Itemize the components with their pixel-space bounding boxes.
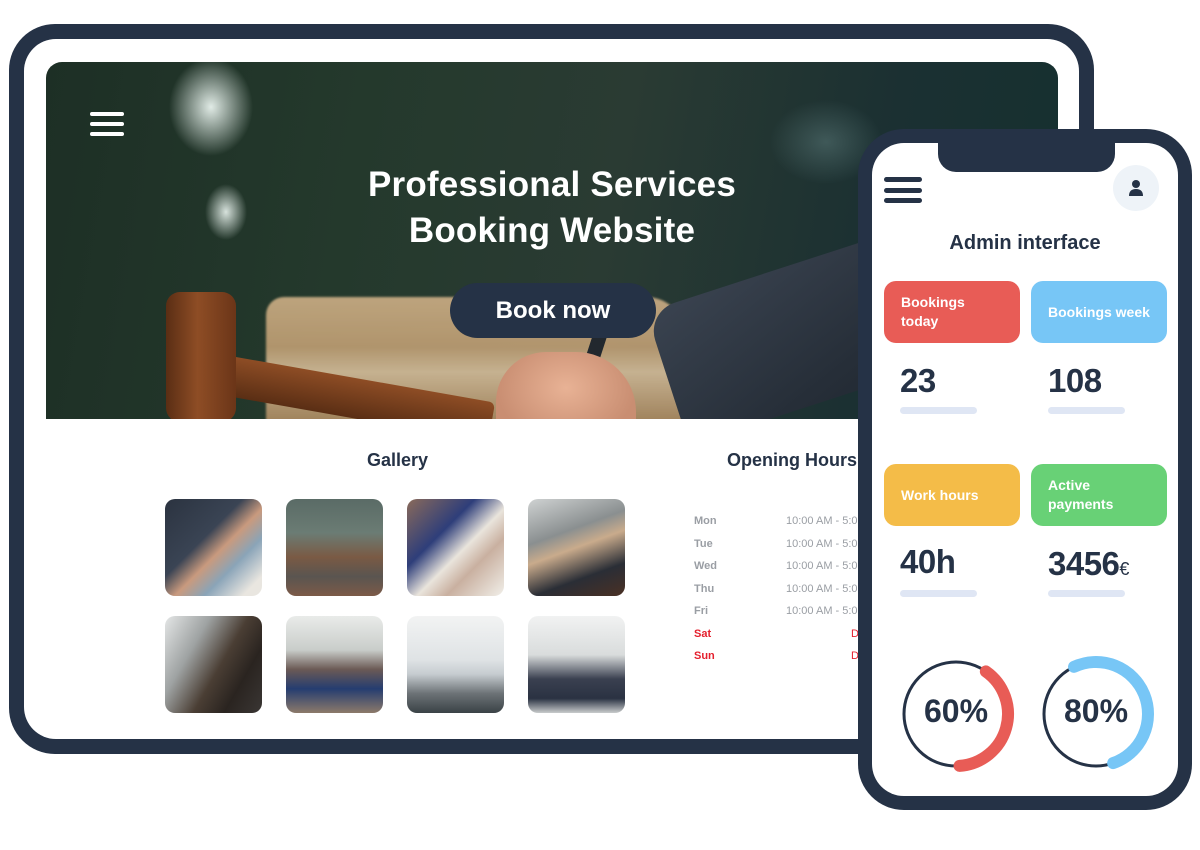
user-icon xyxy=(1129,180,1143,196)
book-now-button[interactable]: Book now xyxy=(450,283,656,338)
stat-bar xyxy=(900,407,977,414)
stat-label: Bookings today xyxy=(901,294,965,329)
stat-label: Active payments xyxy=(1048,477,1114,512)
hamburger-line xyxy=(90,112,124,116)
hours-day: Tue xyxy=(694,537,713,550)
user-profile-button[interactable] xyxy=(1113,165,1159,211)
stat-number: 23 xyxy=(900,362,936,399)
hamburger-line xyxy=(884,198,922,203)
stat-number: 108 xyxy=(1048,362,1102,399)
stat-value-bookings-week: 108 xyxy=(1048,362,1102,400)
gallery-image-lounge[interactable] xyxy=(165,616,262,713)
stat-card-bookings-week[interactable]: Bookings week xyxy=(1031,281,1167,343)
stat-value-active-payments: 3456€ xyxy=(1048,545,1129,583)
hamburger-line xyxy=(884,187,922,193)
hero-gavel-image xyxy=(166,292,236,419)
progress-ring-60: 60% xyxy=(895,653,1017,775)
gallery-image-parliament[interactable] xyxy=(286,499,383,596)
progress-ring-80: 80% xyxy=(1035,653,1157,775)
opening-hours-title: Opening Hours xyxy=(727,450,857,470)
gallery-image-open-office[interactable] xyxy=(407,616,504,713)
gallery-image-handshake[interactable] xyxy=(165,499,262,596)
hamburger-line xyxy=(884,177,922,182)
hours-time: 10:00 AM - 5:0 xyxy=(786,515,858,527)
hours-day: Sun xyxy=(694,650,715,662)
hours-time: 10:00 AM - 5:0 xyxy=(786,560,858,572)
currency-symbol: € xyxy=(1119,559,1129,579)
hamburger-icon[interactable] xyxy=(90,112,124,136)
stat-bar xyxy=(900,590,977,597)
phone-notch xyxy=(938,143,1115,172)
stat-card-active-payments[interactable]: Active payments xyxy=(1031,464,1167,526)
stat-value-bookings-today: 23 xyxy=(900,362,936,400)
stat-card-bookings-today[interactable]: Bookings today xyxy=(884,281,1020,343)
stat-bar xyxy=(1048,407,1125,414)
stat-number: 3456 xyxy=(1048,545,1120,582)
stat-label: Work hours xyxy=(901,486,979,503)
hours-day: Mon xyxy=(694,515,717,527)
admin-title: Admin interface xyxy=(949,232,1101,254)
gallery-grid xyxy=(165,499,635,713)
gallery-image-conference-table[interactable] xyxy=(528,499,625,596)
hours-time: 10:00 AM - 5:0 xyxy=(786,537,858,550)
stat-label: Bookings week xyxy=(1048,303,1150,320)
gallery-image-group-meeting[interactable] xyxy=(286,616,383,713)
hours-time: 10:00 AM - 5:0 xyxy=(786,582,858,595)
gallery-image-presentation[interactable] xyxy=(528,616,625,713)
hours-day: Thu xyxy=(694,582,715,595)
stat-value-work-hours: 40h xyxy=(900,543,956,581)
admin-app: Admin interface Bookings today Bookings … xyxy=(872,143,1178,796)
hours-day: Sat xyxy=(694,627,712,640)
stat-number: 40h xyxy=(900,543,956,580)
stat-card-work-hours[interactable]: Work hours xyxy=(884,464,1020,526)
stat-bar xyxy=(1048,590,1125,597)
gallery-image-documents[interactable] xyxy=(407,499,504,596)
hours-day: Fri xyxy=(694,605,709,617)
progress-label: 60% xyxy=(923,693,989,729)
hours-time: 10:00 AM - 5:0 xyxy=(786,605,858,617)
gallery-title: Gallery xyxy=(367,450,429,470)
hamburger-icon[interactable] xyxy=(884,177,922,203)
phone-device-frame: Admin interface Bookings today Bookings … xyxy=(858,129,1192,810)
hamburger-line xyxy=(90,132,124,136)
hamburger-line xyxy=(90,122,124,126)
progress-label: 80% xyxy=(1063,693,1129,729)
hours-day: Wed xyxy=(694,560,718,572)
